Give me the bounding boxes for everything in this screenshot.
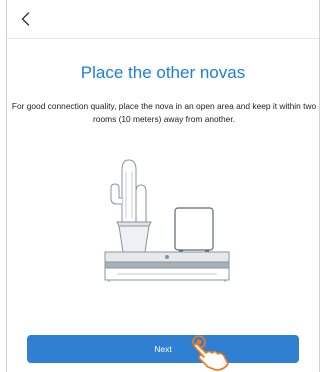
nova-device-icon (174, 207, 214, 253)
placement-illustration (104, 159, 230, 282)
tap-hand-icon (192, 335, 229, 371)
app-screen: Place the other novas For good connectio… (6, 0, 320, 372)
chevron-left-icon (21, 12, 30, 26)
page-title: Place the other novas (80, 63, 246, 82)
back-button[interactable] (15, 8, 37, 30)
cabinet-icon (104, 251, 230, 282)
cactus-icon (110, 159, 152, 253)
top-bar (7, 0, 319, 39)
instruction-text: For good connection quality, place the n… (11, 101, 317, 124)
next-button[interactable]: Next (27, 335, 299, 363)
next-button-label: Next (154, 344, 172, 354)
